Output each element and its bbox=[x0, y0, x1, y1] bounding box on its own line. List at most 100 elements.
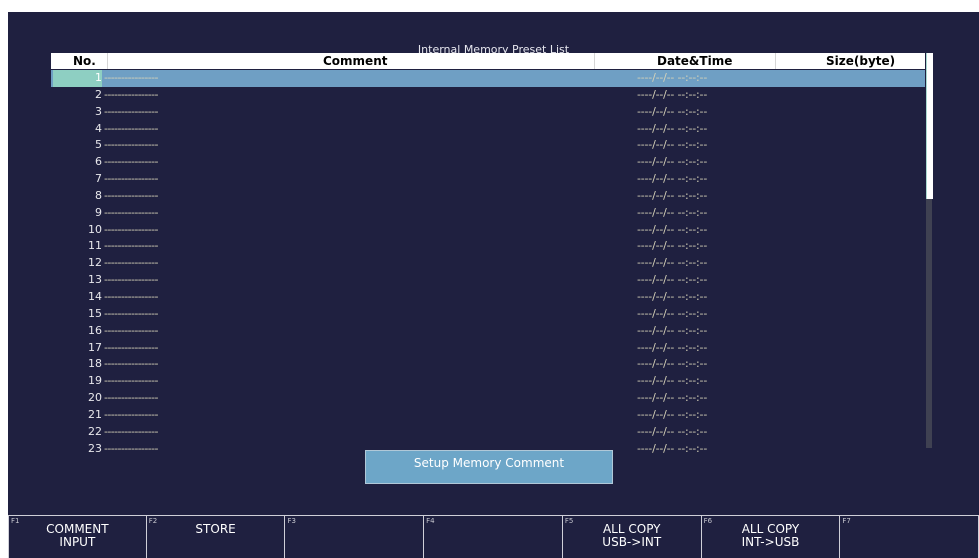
row-comment: ---------------- bbox=[104, 273, 159, 287]
row-comment: ---------------- bbox=[104, 87, 159, 101]
row-comment: ---------------- bbox=[104, 424, 159, 438]
row-datetime: ----/--/-- --:--:-- bbox=[637, 340, 708, 354]
fkey-label-line1: COMMENT bbox=[46, 522, 109, 536]
fkey-tag: F3 bbox=[287, 517, 296, 525]
preset-table-body: 1 ---------------- ----/--/-- --:--:-- 2 ---… bbox=[51, 70, 925, 457]
row-datetime: ----/--/-- --:--:-- bbox=[637, 357, 708, 371]
table-row[interactable]: 22 ---------------- ----/--/-- --:--:-- bbox=[51, 424, 925, 441]
row-comment: ---------------- bbox=[104, 407, 159, 421]
table-row[interactable]: 6 ---------------- ----/--/-- --:--:-- bbox=[51, 154, 925, 171]
table-row[interactable]: 14 ---------------- ----/--/-- --:--:-- bbox=[51, 289, 925, 306]
row-number: 15 bbox=[88, 306, 102, 320]
table-row[interactable]: 8 ---------------- ----/--/-- --:--:-- bbox=[51, 188, 925, 205]
row-comment: ---------------- bbox=[104, 205, 159, 219]
row-comment: ---------------- bbox=[104, 239, 159, 253]
fkey-label-line1: ALL COPY bbox=[602, 522, 661, 536]
function-key-4[interactable]: F4 bbox=[424, 515, 563, 558]
fkey-label-line2: USB->INT bbox=[602, 535, 662, 549]
row-comment: ---------------- bbox=[104, 256, 159, 270]
table-row[interactable]: 4 ---------------- ----/--/-- --:--:-- bbox=[51, 121, 925, 138]
function-key-5[interactable]: F5 ALL COPY USB->INT bbox=[562, 515, 702, 558]
row-comment: ---------------- bbox=[104, 306, 159, 320]
function-key-1[interactable]: F1 COMMENT INPUT bbox=[8, 515, 147, 558]
table-row[interactable]: 2 ---------------- ----/--/-- --:--:-- bbox=[51, 87, 925, 104]
row-number: 1 bbox=[53, 70, 102, 87]
row-comment: ---------------- bbox=[104, 357, 159, 371]
table-row[interactable]: 9 ---------------- ----/--/-- --:--:-- bbox=[51, 205, 925, 222]
row-datetime: ----/--/-- --:--:-- bbox=[637, 155, 708, 169]
row-datetime: ----/--/-- --:--:-- bbox=[637, 87, 708, 101]
row-comment: ---------------- bbox=[104, 391, 159, 405]
row-comment: ---------------- bbox=[104, 222, 159, 236]
function-key-7[interactable]: F7 bbox=[840, 515, 979, 558]
row-number: 11 bbox=[88, 239, 102, 253]
fkey-label-line2: INT->USB bbox=[741, 535, 800, 549]
table-row[interactable]: 3 ---------------- ----/--/-- --:--:-- bbox=[51, 104, 925, 121]
row-datetime: ----/--/-- --:--:-- bbox=[637, 273, 708, 287]
table-row[interactable]: 18 ---------------- ----/--/-- --:--:-- bbox=[51, 356, 925, 373]
table-row[interactable]: 7 ---------------- ----/--/-- --:--:-- bbox=[51, 171, 925, 188]
row-number: 9 bbox=[95, 205, 102, 219]
row-number: 20 bbox=[88, 391, 102, 405]
row-number: 16 bbox=[88, 323, 102, 337]
header-datetime: Date&Time bbox=[657, 54, 733, 68]
table-row[interactable]: 16 ---------------- ----/--/-- --:--:-- bbox=[51, 323, 925, 340]
row-datetime: ----/--/-- --:--:-- bbox=[637, 289, 708, 303]
row-number: 12 bbox=[88, 256, 102, 270]
scrollbar-thumb[interactable] bbox=[926, 53, 933, 199]
fkey-tag: F4 bbox=[426, 517, 435, 525]
row-datetime: ----/--/-- --:--:-- bbox=[637, 138, 708, 152]
row-number: 21 bbox=[88, 407, 102, 421]
row-datetime: ----/--/-- --:--:-- bbox=[637, 239, 708, 253]
row-datetime: ----/--/-- --:--:-- bbox=[637, 256, 708, 270]
setup-memory-comment-button[interactable]: Setup Memory Comment bbox=[365, 450, 613, 484]
table-row[interactable]: 15 ---------------- ----/--/-- --:--:-- bbox=[51, 306, 925, 323]
table-row[interactable]: 11 ---------------- ----/--/-- --:--:-- bbox=[51, 238, 925, 255]
table-row[interactable]: 19 ---------------- ----/--/-- --:--:-- bbox=[51, 373, 925, 390]
row-number: 19 bbox=[88, 374, 102, 388]
scrollbar[interactable] bbox=[926, 53, 933, 448]
table-row[interactable]: 5 ---------------- ----/--/-- --:--:-- bbox=[51, 137, 925, 154]
row-datetime: ----/--/-- --:--:-- bbox=[637, 306, 708, 320]
row-comment: ---------------- bbox=[104, 155, 159, 169]
row-number: 18 bbox=[88, 357, 102, 371]
header-divider bbox=[107, 53, 108, 69]
row-datetime: ----/--/-- --:--:-- bbox=[637, 121, 708, 135]
table-row[interactable]: 10 ---------------- ----/--/-- --:--:-- bbox=[51, 222, 925, 239]
row-datetime: ----/--/-- --:--:-- bbox=[637, 104, 708, 118]
row-number: 17 bbox=[88, 340, 102, 354]
row-comment: ---------------- bbox=[104, 441, 159, 455]
row-datetime: ----/--/-- --:--:-- bbox=[637, 205, 708, 219]
table-row[interactable]: 21 ---------------- ----/--/-- --:--:-- bbox=[51, 407, 925, 424]
row-datetime: ----/--/-- --:--:-- bbox=[637, 407, 708, 421]
row-number: 13 bbox=[88, 273, 102, 287]
row-number: 7 bbox=[95, 172, 102, 186]
function-key-6[interactable]: F6 ALL COPY INT->USB bbox=[701, 515, 841, 558]
table-row[interactable]: 20 ---------------- ----/--/-- --:--:-- bbox=[51, 390, 925, 407]
table-row[interactable]: 17 ---------------- ----/--/-- --:--:-- bbox=[51, 340, 925, 357]
row-number: 8 bbox=[95, 188, 102, 202]
row-comment: ---------------- bbox=[104, 71, 159, 84]
header-size: Size(byte) bbox=[826, 54, 896, 68]
header-divider bbox=[594, 53, 595, 69]
row-comment: ---------------- bbox=[104, 121, 159, 135]
table-row[interactable]: 12 ---------------- ----/--/-- --:--:-- bbox=[51, 255, 925, 272]
row-comment: ---------------- bbox=[104, 172, 159, 186]
table-row[interactable]: 13 ---------------- ----/--/-- --:--:-- bbox=[51, 272, 925, 289]
row-datetime: ----/--/-- --:--:-- bbox=[637, 374, 708, 388]
table-row[interactable]: 1 ---------------- ----/--/-- --:--:-- bbox=[51, 70, 925, 87]
row-comment: ---------------- bbox=[104, 104, 159, 118]
table-header: No. Comment Date&Time Size(byte) bbox=[51, 53, 925, 69]
function-key-2[interactable]: F2 STORE bbox=[146, 515, 286, 558]
row-number: 10 bbox=[88, 222, 102, 236]
row-number: 23 bbox=[88, 441, 102, 455]
row-datetime: ----/--/-- --:--:-- bbox=[637, 188, 708, 202]
row-number: 5 bbox=[95, 138, 102, 152]
header-comment: Comment bbox=[323, 54, 388, 68]
row-comment: ---------------- bbox=[104, 374, 159, 388]
row-comment: ---------------- bbox=[104, 340, 159, 354]
function-key-3[interactable]: F3 bbox=[285, 515, 425, 558]
row-comment: ---------------- bbox=[104, 188, 159, 202]
row-number: 14 bbox=[88, 289, 102, 303]
header-divider bbox=[775, 53, 776, 69]
